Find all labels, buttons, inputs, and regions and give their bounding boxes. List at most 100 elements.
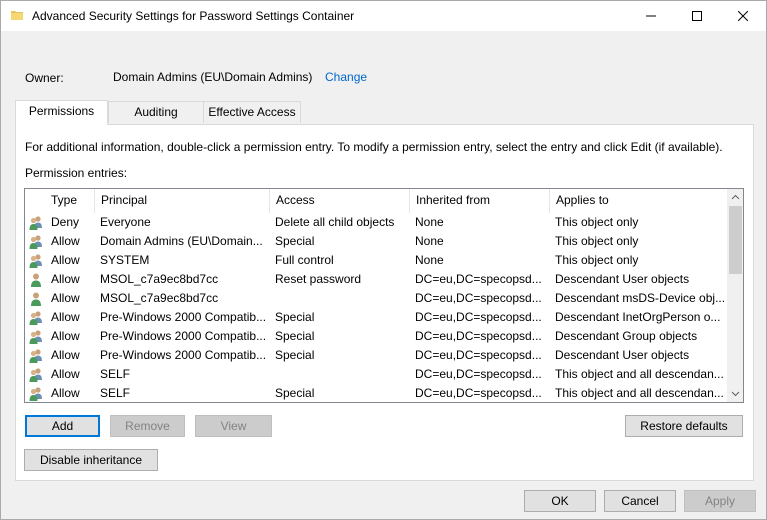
close-icon: [738, 11, 748, 21]
maximize-button[interactable]: [674, 1, 720, 31]
permission-entry-row[interactable]: Allow SYSTEM Full control None This object o…: [25, 251, 727, 270]
tab-auditing[interactable]: Auditing: [108, 101, 204, 123]
cell-principal: SELF: [100, 386, 131, 400]
cell-principal: SELF: [100, 367, 131, 381]
cell-applies-to: This object only: [555, 215, 639, 229]
scroll-thumb[interactable]: [729, 206, 742, 274]
cell-inherited-from: None: [415, 215, 444, 229]
column-header-principal[interactable]: Principal: [95, 189, 270, 213]
cell-access: [275, 365, 408, 384]
cell-inherited-from: None: [415, 234, 444, 248]
cell-access: Reset password: [275, 272, 362, 286]
group-icon: [28, 215, 44, 231]
group-icon: [28, 329, 44, 345]
cell-type: Allow: [51, 348, 80, 362]
change-owner-link[interactable]: Change: [325, 70, 367, 84]
cell-type: Allow: [51, 329, 80, 343]
remove-button[interactable]: Remove: [110, 415, 185, 437]
permission-entries-label: Permission entries:: [25, 166, 128, 180]
permission-entry-row[interactable]: Allow MSOL_c7a9ec8bd7cc Reset password DC=e…: [25, 270, 727, 289]
vertical-scrollbar[interactable]: [727, 189, 743, 402]
permission-entry-row[interactable]: Allow Domain Admins (EU\Domain... Special N…: [25, 232, 727, 251]
cell-access: Full control: [275, 253, 334, 267]
cell-access: Delete all child objects: [275, 215, 395, 229]
permission-entry-row[interactable]: Allow Pre-Windows 2000 Compatib... Special…: [25, 327, 727, 346]
security-settings-window: Advanced Security Settings for Password …: [0, 0, 767, 520]
permission-entry-row[interactable]: Allow Pre-Windows 2000 Compatib... Special…: [25, 346, 727, 365]
owner-value: Domain Admins (EU\Domain Admins): [113, 70, 313, 84]
column-header-applies-to[interactable]: Applies to: [550, 189, 727, 213]
cell-inherited-from: DC=eu,DC=specopsd...: [415, 291, 542, 305]
info-text: For additional information, double-click…: [25, 140, 723, 154]
cell-applies-to: Descendant Group objects: [555, 329, 698, 343]
tab-permissions[interactable]: Permissions: [15, 100, 108, 125]
cell-inherited-from: DC=eu,DC=specopsd...: [415, 367, 542, 381]
cell-principal: MSOL_c7a9ec8bd7cc: [100, 291, 219, 305]
cell-principal: Pre-Windows 2000 Compatib...: [100, 329, 267, 343]
add-button[interactable]: Add: [25, 415, 100, 437]
title-bar[interactable]: Advanced Security Settings for Password …: [1, 1, 766, 31]
cell-inherited-from: DC=eu,DC=specopsd...: [415, 310, 542, 324]
cell-type: Allow: [51, 272, 80, 286]
tab-effective-access[interactable]: Effective Access: [203, 101, 301, 123]
cell-inherited-from: DC=eu,DC=specopsd...: [415, 386, 542, 400]
cell-principal: SYSTEM: [100, 253, 150, 267]
cell-type: Allow: [51, 253, 80, 267]
cell-type: Deny: [51, 215, 80, 229]
group-icon: [28, 310, 44, 326]
cell-type: Allow: [51, 234, 80, 248]
permission-entry-row[interactable]: Deny Everyone Delete all child objects None…: [25, 213, 727, 232]
scroll-down-button[interactable]: [727, 385, 743, 402]
cell-type: Allow: [51, 386, 80, 400]
cell-applies-to: This object and all descendan...: [555, 367, 724, 381]
maximize-icon: [692, 11, 702, 21]
user-icon: [28, 291, 44, 307]
cell-access: [275, 289, 408, 308]
cell-applies-to: This object and all descendan...: [555, 386, 724, 400]
apply-button[interactable]: Apply: [684, 490, 756, 512]
permission-entry-row[interactable]: Allow SELF DC=eu,DC=specopsd... This object…: [25, 365, 727, 384]
close-button[interactable]: [720, 1, 766, 31]
column-header-access[interactable]: Access: [270, 189, 410, 213]
view-button[interactable]: View: [195, 415, 272, 437]
column-header-inherited-from[interactable]: Inherited from: [410, 189, 550, 213]
cell-principal: Everyone: [100, 215, 151, 229]
cancel-button[interactable]: Cancel: [604, 490, 676, 512]
cell-applies-to: Descendant msDS-Device obj...: [555, 291, 725, 305]
cell-principal: Domain Admins (EU\Domain...: [100, 234, 263, 248]
cell-applies-to: Descendant InetOrgPerson o...: [555, 310, 721, 324]
permission-entries-list[interactable]: Type Principal Access Inherited from App…: [24, 188, 744, 403]
cell-access: Special: [275, 348, 315, 362]
cell-inherited-from: DC=eu,DC=specopsd...: [415, 272, 542, 286]
cell-principal: MSOL_c7a9ec8bd7cc: [100, 272, 219, 286]
cell-applies-to: Descendant User objects: [555, 348, 690, 362]
group-icon: [28, 253, 44, 269]
ok-button[interactable]: OK: [524, 490, 596, 512]
cell-inherited-from: None: [415, 253, 444, 267]
disable-inheritance-button[interactable]: Disable inheritance: [24, 449, 158, 471]
folder-icon: [11, 9, 23, 21]
cell-type: Allow: [51, 367, 80, 381]
permission-entry-row[interactable]: Allow SELF Special DC=eu,DC=specopsd... This…: [25, 384, 727, 402]
cell-access: Special: [275, 310, 315, 324]
cell-access: Special: [275, 386, 315, 400]
permission-entry-row[interactable]: Allow Pre-Windows 2000 Compatib... Special…: [25, 308, 727, 327]
cell-access: Special: [275, 329, 315, 343]
cell-principal: Pre-Windows 2000 Compatib...: [100, 310, 267, 324]
minimize-button[interactable]: [628, 1, 674, 31]
restore-defaults-button[interactable]: Restore defaults: [625, 415, 743, 437]
chevron-down-icon: [731, 391, 740, 397]
cell-applies-to: This object only: [555, 253, 639, 267]
cell-inherited-from: DC=eu,DC=specopsd...: [415, 348, 542, 362]
permission-entry-row[interactable]: Allow MSOL_c7a9ec8bd7cc DC=eu,DC=specopsd.…: [25, 289, 727, 308]
chevron-up-icon: [731, 194, 740, 200]
window-title: Advanced Security Settings for Password …: [32, 9, 355, 23]
user-icon: [28, 272, 44, 288]
group-icon: [28, 367, 44, 383]
owner-label: Owner:: [25, 71, 64, 85]
cell-type: Allow: [51, 291, 80, 305]
scroll-up-button[interactable]: [727, 189, 743, 206]
cell-principal: Pre-Windows 2000 Compatib...: [100, 348, 267, 362]
column-header-type[interactable]: Type: [45, 189, 95, 213]
minimize-icon: [646, 15, 656, 17]
